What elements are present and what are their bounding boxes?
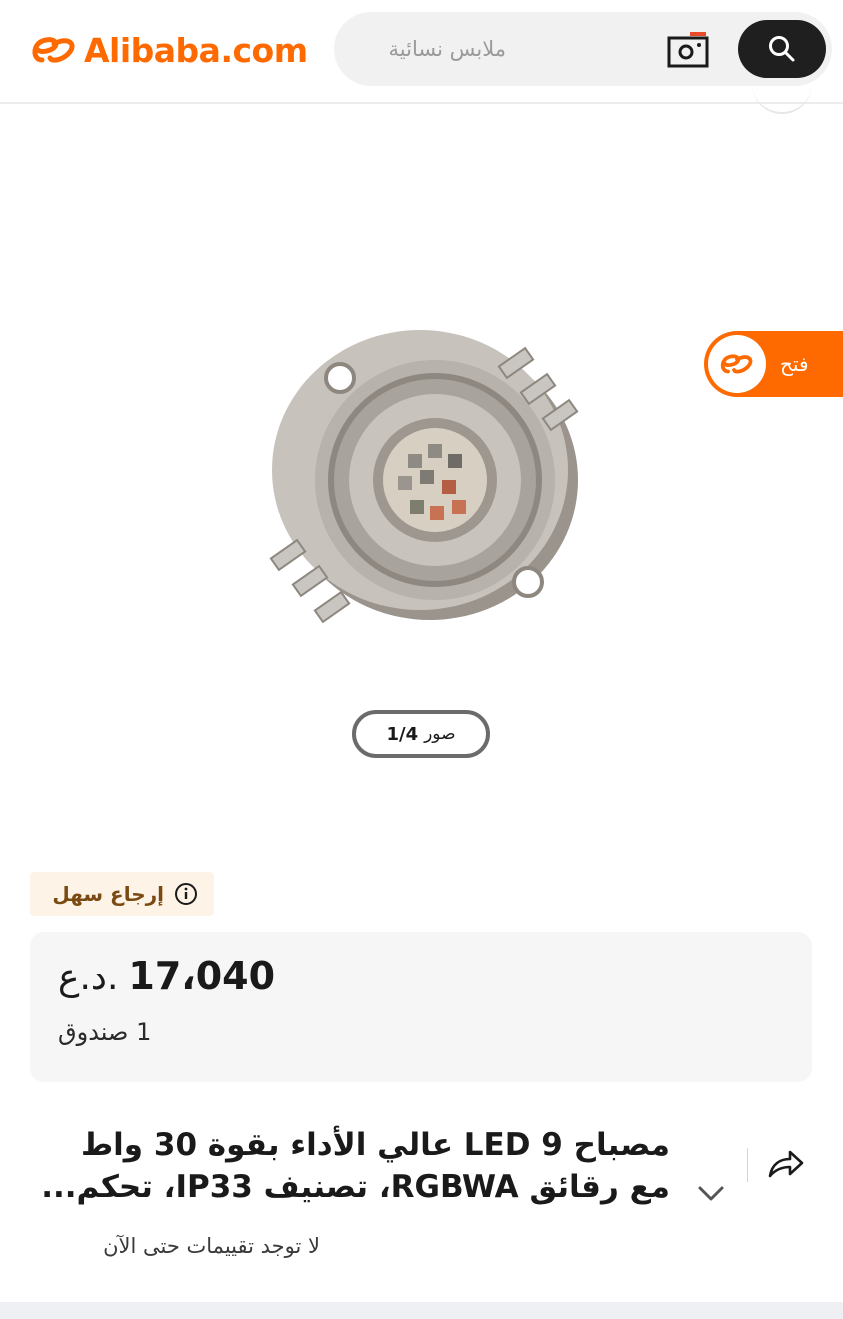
chevron-down-icon — [698, 1186, 724, 1201]
alibaba-logo-icon — [708, 335, 766, 393]
floating-action-edge[interactable] — [752, 70, 812, 114]
alibaba-logo[interactable]: Alibaba.com — [28, 28, 308, 72]
product-title-block: مصباح LED 9 عالي الأداء بقوة 30 واط مع ر… — [30, 1124, 670, 1208]
open-app-button[interactable]: فتح — [704, 331, 843, 397]
app-header: Alibaba.com ملابس نسائية — [0, 0, 843, 104]
reviews-summary[interactable]: لا توجد تقييمات حتى الآن — [30, 1234, 320, 1258]
open-app-label: فتح — [780, 352, 809, 376]
share-icon — [768, 1150, 804, 1178]
expand-title-button[interactable] — [696, 1178, 726, 1208]
photo-counter-value: 1/4 — [386, 723, 419, 745]
easy-return-badge[interactable]: إرجاع سهل — [30, 872, 214, 916]
product-title: مصباح LED 9 عالي الأداء بقوة 30 واط مع ر… — [41, 1127, 670, 1205]
photo-counter-label: صور — [424, 724, 456, 744]
minimum-order-quantity: 1 صندوق — [58, 1018, 152, 1046]
brand-name: Alibaba.com — [84, 30, 308, 70]
search-icon — [769, 36, 795, 62]
camera-icon[interactable] — [666, 30, 710, 70]
price-currency: د.ع. — [58, 957, 119, 998]
price-value: 17،040 — [128, 954, 276, 998]
easy-return-label: إرجاع سهل — [52, 882, 164, 906]
product-image[interactable] — [260, 330, 590, 640]
info-icon — [175, 883, 197, 905]
search-input[interactable]: ملابس نسائية — [389, 37, 507, 61]
share-button[interactable] — [764, 1142, 808, 1186]
photo-counter[interactable]: صور 1/4 — [352, 710, 490, 758]
divider — [747, 1148, 748, 1182]
bottom-divider — [0, 1302, 843, 1319]
alibaba-logo-icon — [32, 37, 75, 63]
price: د.ع. 17،040 — [58, 954, 275, 998]
price-card: د.ع. 17،040 1 صندوق — [30, 932, 812, 1082]
